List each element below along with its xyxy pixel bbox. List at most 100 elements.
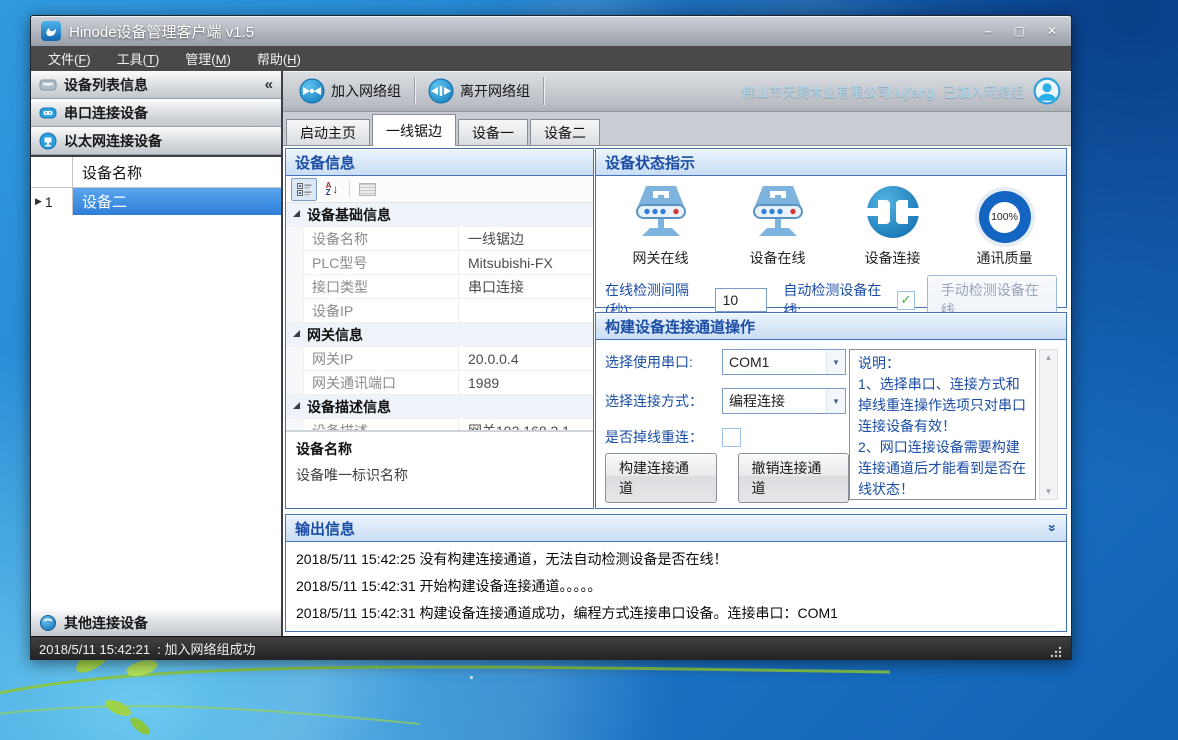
property-row[interactable]: 网关通讯端口1989 — [286, 371, 593, 395]
device-info-title: 设备信息 — [295, 152, 355, 173]
sidebar-group-serial[interactable]: 串口连接设备 — [31, 99, 281, 127]
maximize-button[interactable]: ▢ — [1014, 24, 1025, 38]
connect-mode-value: 编程连接 — [723, 389, 826, 413]
serial-port-label: 选择使用串口: — [605, 352, 722, 372]
sidebar-group-other[interactable]: 其他连接设备 — [31, 609, 281, 637]
auto-detect-checkbox[interactable]: ✓ — [897, 291, 915, 310]
note-line: 1、选择串口、连接方式和掉线重连操作选项只对串口连接设备有效！ — [858, 374, 1027, 437]
indicator-label: 设备连接 — [865, 248, 921, 268]
sidebar-footer-label: 其他连接设备 — [64, 613, 148, 633]
property-label: 设备IP — [304, 299, 459, 322]
menu-mnemonic: F — [78, 52, 86, 67]
category-label: 设备描述信息 — [307, 397, 391, 417]
output-header: 输出信息 » — [286, 515, 1066, 542]
leave-network-icon — [428, 78, 454, 104]
categorized-icon[interactable] — [291, 178, 317, 201]
menu-item-help[interactable]: 帮助(H) — [246, 46, 312, 71]
revoke-channel-button[interactable]: 撤销连接通道 — [738, 453, 850, 503]
join-network-button[interactable]: 加入网络组 — [293, 76, 407, 106]
property-grid: 设备基础信息设备名称一线锯边PLC型号Mitsubishi-FX接口类型串口连接… — [286, 203, 593, 430]
scroll-up-icon[interactable]: ▲ — [1040, 350, 1057, 365]
tab-saw-edge[interactable]: 一线锯边 — [372, 114, 456, 146]
window-body: 设备列表信息 « 串口连接设备以太网连接设备 设备名称 ▶1设备二 其他连接设备 — [31, 71, 1071, 637]
indicator-device-online: 设备在线 — [747, 184, 809, 268]
row-indent — [286, 299, 304, 322]
close-button[interactable]: ✕ — [1047, 24, 1057, 38]
collapse-output-icon[interactable]: » — [1045, 524, 1061, 532]
join-network-label: 加入网络组 — [331, 81, 401, 101]
notes-scrollbar[interactable]: ▲ ▼ — [1039, 349, 1058, 500]
category-label: 网关信息 — [307, 325, 363, 345]
app-logo-icon — [41, 21, 61, 41]
tab-device-1[interactable]: 设备一 — [458, 119, 528, 145]
menu-item-file[interactable]: 文件(F) — [37, 46, 102, 71]
property-value: 20.0.0.4 — [459, 351, 593, 367]
network-toolbar: 加入网络组 离开网络组 佛山市天腾木业有限公司:iujfang 已加入网络组 — [283, 71, 1071, 112]
build-channel-button[interactable]: 构建连接通道 — [605, 453, 717, 503]
device-row[interactable]: ▶1设备二 — [31, 188, 281, 215]
device-table: 设备名称 ▶1设备二 — [31, 155, 281, 606]
menu-mnemonic: H — [287, 52, 296, 67]
sidebar-groups: 串口连接设备以太网连接设备 — [31, 99, 281, 155]
join-network-icon — [299, 78, 325, 104]
status-indicators: 网关在线设备在线设备连接100%通讯质量 — [596, 176, 1066, 270]
row-indent — [286, 419, 304, 430]
serial-port-value: COM1 — [723, 350, 826, 374]
property-row[interactable]: 设备IP — [286, 299, 593, 323]
sidebar-header-label: 设备列表信息 — [64, 75, 148, 95]
toolbar-separator — [349, 181, 350, 198]
property-category-row[interactable]: 设备描述信息 — [286, 395, 593, 419]
connect-mode-select[interactable]: 编程连接 ▼ — [722, 388, 846, 414]
indicator-comm-quality: 100%通讯质量 — [977, 191, 1033, 268]
menu-item-tools[interactable]: 工具(T) — [106, 46, 171, 71]
sidebar-group-ethernet[interactable]: 以太网连接设备 — [31, 127, 281, 155]
property-row[interactable]: PLC型号Mitsubishi-FX — [286, 251, 593, 275]
property-category-row[interactable]: 网关信息 — [286, 323, 593, 347]
indicator-device-connect: 设备连接 — [864, 184, 922, 268]
output-panel: 输出信息 » 2018/5/11 15:42:25 没有构建连接通道，无法自动检… — [285, 514, 1067, 632]
note-line: 2、网口连接设备需要构建连接通道后才能看到是否在线状态！ — [858, 437, 1027, 500]
reconnect-checkbox[interactable] — [722, 428, 741, 447]
row-indent — [286, 275, 304, 298]
property-category-row[interactable]: 设备基础信息 — [286, 203, 593, 227]
row-index-cell: ▶1 — [31, 188, 73, 215]
status-bar: 2018/5/11 15:42:21 : 加入网络组成功 — [31, 636, 1071, 659]
menu-mnemonic: T — [147, 52, 155, 67]
property-row[interactable]: 设备描述网关192.168.2.1 — [286, 419, 593, 430]
property-row[interactable]: 接口类型串口连接 — [286, 275, 593, 299]
serial-port-select[interactable]: COM1 ▼ — [722, 349, 846, 375]
minimize-button[interactable]: – — [985, 24, 992, 38]
property-grid-toolbar: AZ↓ — [286, 176, 593, 203]
index-column-header — [31, 157, 73, 187]
sidebar-collapse-icon[interactable]: « — [265, 76, 273, 93]
tab-page: 设备信息 AZ↓ 设备基础信息设备名称一线锯边PLC型号Mitsubishi-F… — [283, 145, 1071, 637]
property-pages-icon[interactable] — [355, 179, 379, 200]
device-table-header: 设备名称 — [31, 157, 281, 188]
channel-panel: 构建设备连接通道操作 选择使用串口: COM1 ▼ — [595, 312, 1067, 509]
row-pointer-icon: ▶ — [35, 196, 42, 207]
network-status-text: 已加入网络组 — [943, 81, 1024, 101]
property-row[interactable]: 网关IP20.0.0.4 — [286, 347, 593, 371]
title-bar[interactable]: Hinode设备管理客户端 v1.5 – ▢ ✕ — [31, 16, 1071, 46]
scroll-down-icon[interactable]: ▼ — [1040, 484, 1057, 499]
resize-grip[interactable] — [1049, 645, 1063, 659]
tab-home[interactable]: 启动主页 — [286, 119, 370, 145]
interval-input[interactable]: 10 — [715, 288, 768, 312]
sort-az-icon[interactable]: AZ↓ — [320, 179, 344, 200]
avatar-icon[interactable] — [1033, 77, 1061, 105]
toolbar-separator — [414, 77, 415, 105]
log-line: 2018/5/11 15:42:25 没有构建连接通道，无法自动检测设备是否在线… — [296, 549, 1056, 569]
leave-network-button[interactable]: 离开网络组 — [422, 76, 536, 106]
channel-form: 选择使用串口: COM1 ▼ 选择连接方式： 编程连接 ▼ — [605, 349, 849, 500]
tab-device-2[interactable]: 设备二 — [530, 119, 600, 145]
sidebar-header[interactable]: 设备列表信息 « — [31, 71, 281, 99]
leave-network-label: 离开网络组 — [460, 81, 530, 101]
window-title: Hinode设备管理客户端 v1.5 — [69, 21, 254, 42]
main-area: 加入网络组 离开网络组 佛山市天腾木业有限公司:iujfang 已加入网络组 — [283, 71, 1071, 637]
sidebar-group-label: 串口连接设备 — [64, 103, 148, 123]
menu-item-manage[interactable]: 管理(M) — [174, 46, 242, 71]
device-list-icon — [39, 76, 57, 94]
device-name-cell: 设备二 — [73, 188, 281, 215]
device-status-header: 设备状态指示 — [596, 149, 1066, 176]
property-row[interactable]: 设备名称一线锯边 — [286, 227, 593, 251]
